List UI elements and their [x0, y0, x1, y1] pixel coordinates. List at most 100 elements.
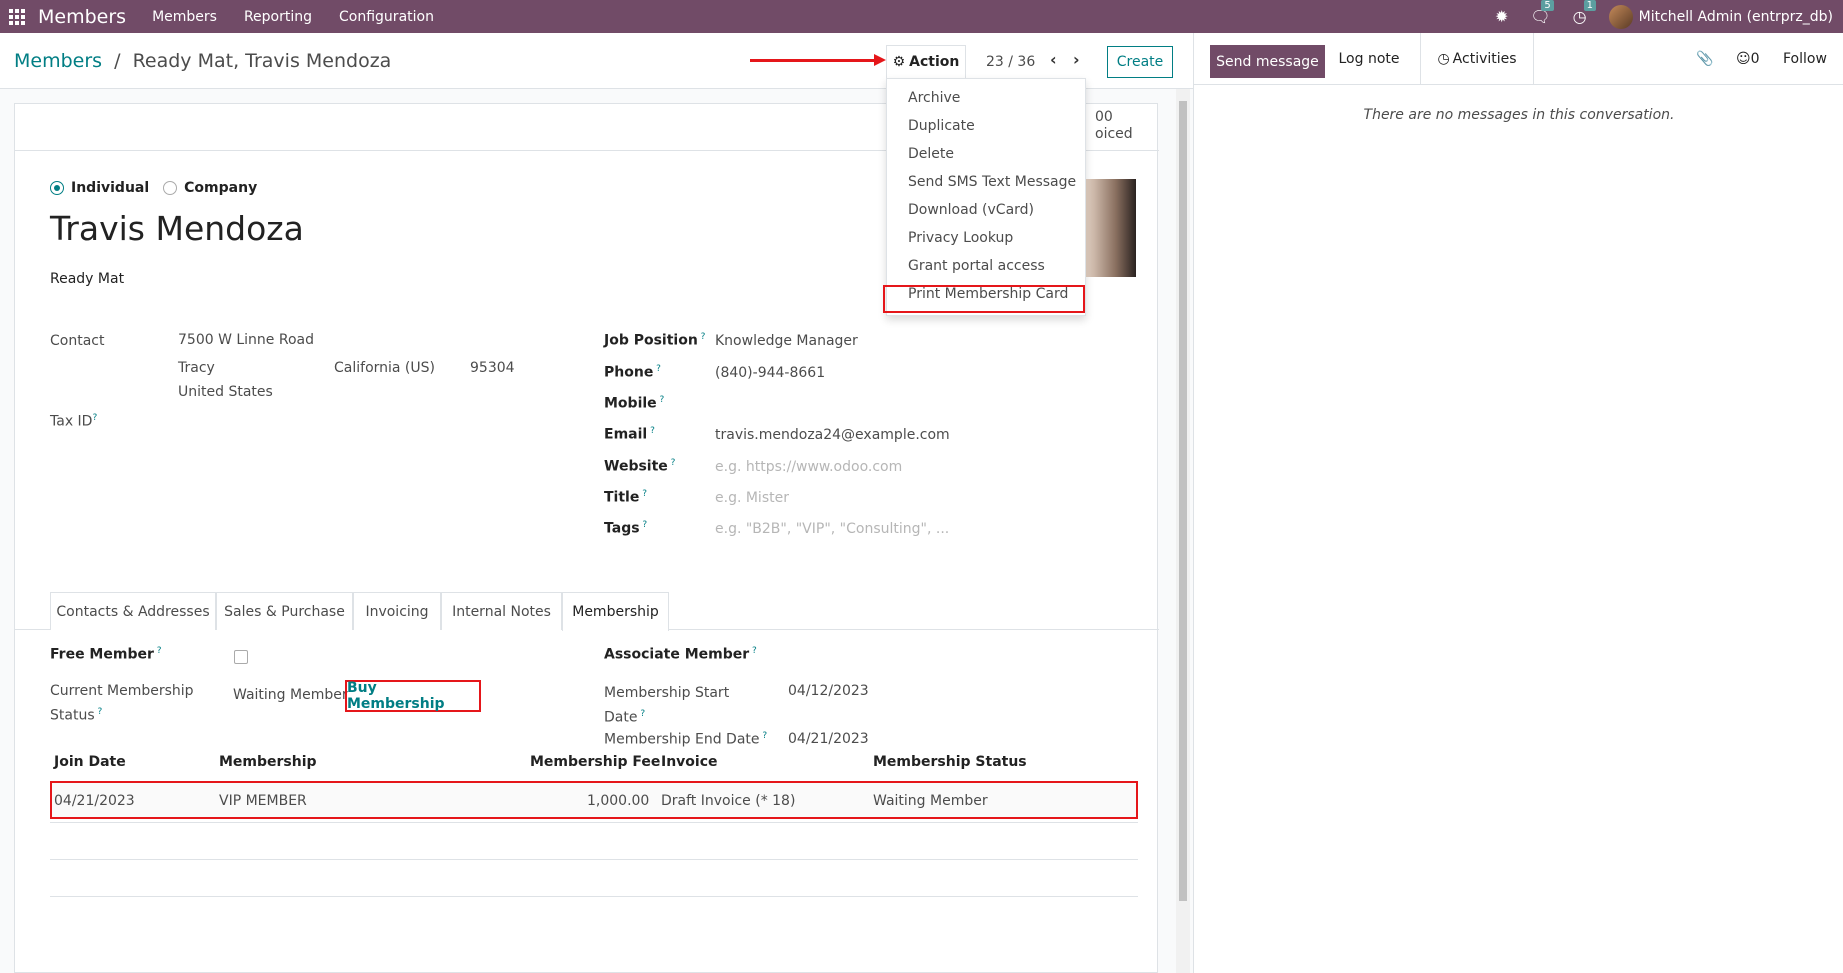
breadcrumb-current: Ready Mat, Travis Mendoza: [132, 50, 392, 72]
menu-configuration[interactable]: Configuration: [339, 9, 434, 25]
attachment-paperclip-icon[interactable]: 📎: [1696, 51, 1713, 67]
activity-clock-icon[interactable]: ◷ 1: [1573, 0, 1597, 26]
empty-row: [50, 859, 1138, 896]
invoiced-stat-button[interactable]: 00 oiced: [1095, 109, 1133, 143]
radio-individual-label[interactable]: Individual: [71, 180, 149, 196]
partner-photo[interactable]: [1085, 179, 1136, 277]
menu-item-download-vcard[interactable]: Download (vCard): [908, 202, 1034, 218]
action-dropdown-menu: Archive Duplicate Delete Send SMS Text M…: [883, 78, 1086, 316]
menu-reporting[interactable]: Reporting: [244, 9, 312, 25]
tab-internal-notes[interactable]: Internal Notes: [441, 592, 562, 630]
tax-id-label: Tax ID?: [50, 413, 98, 430]
clock-icon: ◷: [1437, 51, 1450, 67]
annotation-arrow-head: [874, 54, 886, 66]
tags-label: Tags ?: [604, 520, 648, 537]
zip-field[interactable]: 95304: [470, 360, 515, 376]
mobile-label: Mobile ?: [604, 395, 665, 412]
notebook-tabs: Contacts & Addresses Sales & Purchase In…: [15, 592, 1159, 631]
followers-button[interactable]: ☺0: [1736, 51, 1760, 67]
tab-contacts-addresses[interactable]: Contacts & Addresses: [50, 592, 216, 630]
chat-badge: 5: [1541, 0, 1554, 11]
phone-label: Phone ?: [604, 364, 661, 381]
company-type-radio: Individual Company: [50, 180, 257, 196]
website-input[interactable]: e.g. https://www.odoo.com: [715, 459, 902, 475]
user-avatar[interactable]: [1608, 4, 1633, 29]
tab-invoicing[interactable]: Invoicing: [353, 592, 441, 630]
col-invoice[interactable]: Invoice: [661, 754, 718, 770]
buy-membership-button[interactable]: Buy Membership: [345, 680, 481, 712]
empty-row: [50, 822, 1138, 859]
chat-icon[interactable]: 🗨 5: [1530, 0, 1554, 26]
send-message-button[interactable]: Send message: [1210, 45, 1325, 78]
breadcrumb-separator: /: [114, 50, 121, 72]
menu-item-send-sms[interactable]: Send SMS Text Message: [908, 174, 1076, 190]
pager-next-icon[interactable]: ›: [1073, 50, 1080, 69]
action-button[interactable]: ⚙ Action: [886, 45, 966, 78]
free-member-checkbox[interactable]: [234, 650, 248, 664]
cell-invoice: Draft Invoice (* 18): [661, 793, 796, 809]
partner-name[interactable]: Travis Mendoza: [50, 209, 304, 248]
empty-row: [50, 896, 1138, 933]
title-input[interactable]: e.g. Mister: [715, 490, 789, 506]
job-position-field[interactable]: Knowledge Manager: [715, 333, 858, 349]
country-field[interactable]: United States: [178, 384, 273, 400]
empty-conversation-message: There are no messages in this conversati…: [1363, 107, 1675, 123]
menu-item-grant-portal[interactable]: Grant portal access: [908, 258, 1045, 274]
radio-company[interactable]: [163, 181, 178, 195]
col-membership-fee[interactable]: Membership Fee: [530, 754, 660, 770]
annotation-arrow: [750, 59, 878, 62]
menu-item-duplicate[interactable]: Duplicate: [908, 118, 975, 134]
associate-member-label: Associate Member ?: [604, 646, 757, 663]
menu-item-archive[interactable]: Archive: [908, 90, 960, 106]
follow-button[interactable]: Follow: [1783, 51, 1827, 67]
street-field[interactable]: 7500 W Linne Road: [178, 332, 314, 348]
chatter-panel: Send message Log note ◷ Activities 📎 ☺0 …: [1193, 33, 1843, 973]
followers-count: 0: [1750, 51, 1760, 67]
membership-start-value: 04/12/2023: [788, 683, 869, 699]
activity-badge: 1: [1583, 0, 1597, 11]
breadcrumb-members[interactable]: Members: [14, 50, 102, 72]
col-join-date[interactable]: Join Date: [54, 754, 126, 770]
form-scrollbar[interactable]: [1176, 89, 1190, 973]
tab-sales-purchase[interactable]: Sales & Purchase: [216, 592, 353, 630]
state-field[interactable]: California (US): [334, 360, 435, 376]
log-note-button[interactable]: Log note: [1325, 33, 1413, 85]
job-position-label: Job Position ?: [604, 332, 706, 349]
create-button[interactable]: Create: [1107, 46, 1173, 78]
gear-icon: ⚙: [892, 54, 906, 70]
email-field[interactable]: travis.mendoza24@example.com: [715, 427, 950, 443]
menu-item-privacy-lookup[interactable]: Privacy Lookup: [908, 230, 1013, 246]
pager-previous-icon[interactable]: ‹: [1050, 50, 1057, 69]
city-field[interactable]: Tracy: [178, 360, 215, 376]
chatter-topbar: Send message Log note ◷ Activities 📎 ☺0 …: [1194, 33, 1843, 85]
pager-value[interactable]: 23 / 36: [986, 54, 1035, 70]
menu-item-delete[interactable]: Delete: [908, 146, 954, 162]
radio-company-label[interactable]: Company: [184, 180, 257, 196]
menu-members[interactable]: Members: [152, 9, 217, 25]
radio-individual[interactable]: [50, 181, 64, 195]
tags-input[interactable]: e.g. "B2B", "VIP", "Consulting", ...: [715, 521, 949, 537]
free-member-label: Free Member ?: [50, 646, 162, 663]
stat-label: oiced: [1095, 126, 1133, 142]
table-row[interactable]: 04/21/2023 VIP MEMBER 1,000.00 Draft Inv…: [50, 781, 1138, 819]
title-label: Title ?: [604, 489, 647, 506]
col-membership[interactable]: Membership: [219, 754, 317, 770]
scrollbar-thumb[interactable]: [1179, 101, 1187, 901]
email-label: Email ?: [604, 426, 655, 443]
membership-table-header: Join Date Membership Membership Fee Invo…: [50, 749, 1138, 777]
app-brand[interactable]: Members: [38, 6, 126, 28]
membership-start-label: Membership Start Date ?: [604, 685, 730, 726]
tab-membership[interactable]: Membership: [562, 592, 669, 631]
activities-button[interactable]: ◷ Activities: [1420, 33, 1534, 85]
parent-company[interactable]: Ready Mat: [50, 271, 124, 287]
phone-field[interactable]: (840)-944-8661: [715, 365, 825, 381]
person-icon: ☺: [1736, 51, 1751, 67]
current-status-label: Current Membership Status ?: [50, 683, 194, 724]
top-navbar: Members Members Reporting Configuration …: [0, 0, 1843, 33]
activities-label: Activities: [1452, 51, 1517, 67]
apps-menu-icon[interactable]: [0, 0, 34, 33]
debug-bug-icon[interactable]: ✹: [1495, 7, 1508, 26]
contact-label: Contact: [50, 333, 105, 349]
col-membership-status[interactable]: Membership Status: [873, 754, 1027, 770]
user-menu[interactable]: Mitchell Admin (entrprz_db): [1639, 9, 1833, 25]
